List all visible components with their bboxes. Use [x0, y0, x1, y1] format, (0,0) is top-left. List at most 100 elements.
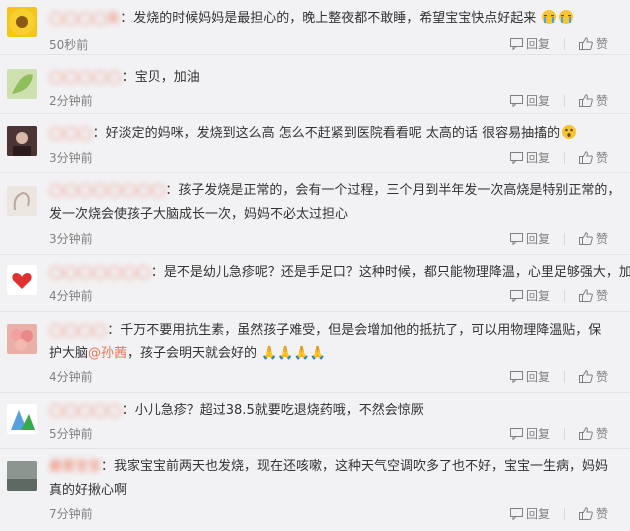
reply-button[interactable]: 回复: [509, 425, 550, 442]
leaf-avatar-icon: [12, 74, 33, 94]
divider: [563, 37, 565, 50]
comment-text: ◯◯◯◯◯：小儿急疹？超过38.5就要吃退烧药哦，不然会惊厥: [49, 398, 622, 424]
avatar[interactable]: [7, 126, 37, 156]
thumbs-up-icon: [578, 507, 593, 520]
username-link[interactable]: ◯◯◯◯◯: [49, 398, 122, 424]
username-link[interactable]: ◯◯◯◯◯◯◯◯: [49, 178, 165, 204]
reply-button[interactable]: 回复: [509, 230, 550, 247]
comment-content: 宝贝，加油: [134, 70, 200, 85]
sunflower-avatar-icon: [9, 9, 35, 35]
like-button[interactable]: 赞: [578, 505, 608, 522]
avatar[interactable]: [7, 461, 37, 491]
comment-actions: 回复 赞: [509, 368, 608, 385]
crying-emoji-icon: [542, 10, 557, 24]
divider: [563, 94, 565, 107]
divider: [563, 370, 565, 383]
heart-avatar-icon: [12, 273, 32, 289]
avatar[interactable]: [7, 404, 37, 434]
comment-actions: 回复 赞: [509, 35, 608, 52]
flowers-avatar-icon: [11, 329, 33, 351]
comment-content: 孩子发烧是正常的，会有一个过程，三个月到半年发一次高烧是特别正常的，: [178, 183, 621, 198]
comment-content: 我家宝宝前两天也发烧，现在还咳嗽，这种天气空调吹多了也不好，宝宝一生病，妈妈: [114, 459, 609, 474]
comment-list: ◯◯◯◯女：发烧的时候妈妈是最担心的，晚上整夜都不敢睡，希望宝宝快点好起来 50…: [0, 0, 630, 531]
comment-content: 千万不要用抗生素，虽然孩子难受，但是会增加他的抵抗了，可以用物理降温贴，保: [120, 323, 602, 338]
thumbs-up-icon: [578, 37, 593, 50]
reply-icon: [509, 427, 523, 440]
avatar[interactable]: [7, 324, 37, 354]
timestamp: 4分钟前: [49, 289, 93, 303]
thumbs-up-icon: [578, 370, 593, 383]
like-button[interactable]: 赞: [578, 149, 608, 166]
comment-actions: 回复 赞: [509, 149, 608, 166]
timestamp: 3分钟前: [49, 151, 93, 165]
comment-text: ◯◯◯◯◯：宝贝，加油: [49, 65, 622, 91]
username-link[interactable]: ◯◯◯: [49, 121, 93, 147]
comment-text: 最爱宝宝：我家宝宝前两天也发烧，现在还咳嗽，这种天气空调吹多了也不好，宝宝一生病…: [49, 454, 622, 480]
divider: [563, 427, 565, 440]
scene-avatar-icon: [7, 461, 37, 491]
comment-item: ◯◯◯◯◯：宝贝，加油 2分钟前 回复 赞: [0, 55, 630, 114]
comment-actions: 回复 赞: [509, 425, 608, 442]
comment-actions: 回复 赞: [509, 505, 608, 522]
portrait-avatar-icon: [7, 126, 37, 156]
reply-button[interactable]: 回复: [509, 287, 550, 304]
reply-button[interactable]: 回复: [509, 35, 550, 52]
mention-link[interactable]: @孙茜: [88, 346, 127, 361]
reply-button[interactable]: 回复: [509, 368, 550, 385]
thumbs-up-icon: [578, 94, 593, 107]
avatar[interactable]: [7, 69, 37, 99]
timestamp: 2分钟前: [49, 94, 93, 108]
timestamp: 50秒前: [49, 38, 89, 52]
reply-button[interactable]: 回复: [509, 92, 550, 109]
reply-icon: [509, 37, 523, 50]
username-link[interactable]: ◯◯◯◯◯◯◯: [49, 260, 151, 286]
comment-content: 是不是幼儿急疹呢？还是手足口？这种时候，都只能物理降温，心里足够强大，加油！: [163, 265, 630, 280]
sketch-avatar-icon: [13, 191, 30, 211]
thumbs-up-icon: [578, 151, 593, 164]
comment-item: ◯◯◯◯：千万不要用抗生素，虽然孩子难受，但是会增加他的抵抗了，可以用物理降温贴…: [0, 312, 630, 393]
avatar[interactable]: [7, 186, 37, 216]
comment-item: 最爱宝宝：我家宝宝前两天也发烧，现在还咳嗽，这种天气空调吹多了也不好，宝宝一生病…: [0, 449, 630, 531]
reply-icon: [509, 94, 523, 107]
avatar[interactable]: [7, 265, 37, 295]
like-button[interactable]: 赞: [578, 230, 608, 247]
thumbs-up-icon: [578, 289, 593, 302]
comment-text-line: 发一次烧会使孩子大脑成长一次，妈妈不必太过担心: [49, 207, 349, 222]
timestamp: 4分钟前: [49, 370, 93, 384]
reply-button[interactable]: 回复: [509, 149, 550, 166]
divider: [563, 507, 565, 520]
cartoon-avatar-icon: [11, 410, 35, 430]
like-button[interactable]: 赞: [578, 35, 608, 52]
username-link[interactable]: ◯◯◯◯◯: [49, 65, 122, 91]
shocked-emoji-icon: [562, 125, 577, 139]
divider: [563, 151, 565, 164]
comment-item: ◯◯◯：好淡定的妈咪，发烧到这么高 怎么不赶紧到医院看看呢 太高的话 很容易抽搐…: [0, 114, 630, 173]
comment-item: ◯◯◯◯◯◯◯◯：孩子发烧是正常的，会有一个过程，三个月到半年发一次高烧是特别正…: [0, 173, 630, 255]
comment-content: 发烧的时候妈妈是最担心的，晚上整夜都不敢睡，希望宝宝快点好起来: [133, 11, 537, 26]
reply-icon: [509, 289, 523, 302]
divider: [563, 289, 565, 302]
divider: [563, 232, 565, 245]
like-button[interactable]: 赞: [578, 425, 608, 442]
comment-content: 小儿急疹？超过38.5就要吃退烧药哦，不然会惊厥: [134, 403, 424, 418]
comment-text: ◯◯◯◯◯◯◯◯：孩子发烧是正常的，会有一个过程，三个月到半年发一次高烧是特别正…: [49, 178, 622, 204]
username-link[interactable]: ◯◯◯◯女: [49, 6, 120, 32]
like-button[interactable]: 赞: [578, 287, 608, 304]
reply-icon: [509, 370, 523, 383]
reply-icon: [509, 232, 523, 245]
comment-item: ◯◯◯◯◯：小儿急疹？超过38.5就要吃退烧药哦，不然会惊厥 5分钟前 回复 赞: [0, 393, 630, 449]
like-button[interactable]: 赞: [578, 368, 608, 385]
avatar[interactable]: [7, 7, 37, 37]
username-link[interactable]: 最爱宝宝: [49, 454, 101, 480]
crying-emoji-icon: [559, 10, 574, 24]
reply-icon: [509, 151, 523, 164]
like-button[interactable]: 赞: [578, 92, 608, 109]
timestamp: 7分钟前: [49, 507, 93, 521]
timestamp: 3分钟前: [49, 232, 93, 246]
comment-actions: 回复 赞: [509, 287, 608, 304]
reply-button[interactable]: 回复: [509, 505, 550, 522]
comment-actions: 回复 赞: [509, 230, 608, 247]
comment-text: ◯◯◯◯女：发烧的时候妈妈是最担心的，晚上整夜都不敢睡，希望宝宝快点好起来: [49, 6, 622, 32]
thumbs-up-icon: [578, 427, 593, 440]
pray-emoji-icon: 🙏🙏🙏🙏: [261, 346, 326, 361]
